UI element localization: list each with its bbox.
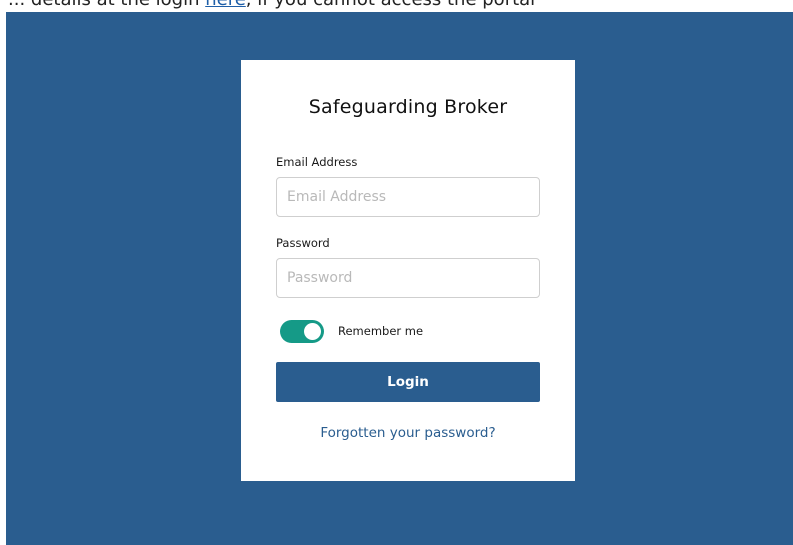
- remember-me-label: Remember me: [338, 324, 424, 338]
- login-button[interactable]: Login: [276, 362, 540, 402]
- email-input[interactable]: [276, 177, 540, 217]
- login-title: Safeguarding Broker: [308, 96, 508, 118]
- toggle-knob: [304, 322, 321, 340]
- forgot-password-link[interactable]: Forgotten your password?: [276, 425, 540, 441]
- top-text-before: ... details at the login: [8, 0, 205, 10]
- password-input[interactable]: [276, 258, 540, 298]
- email-label: Email Address: [276, 155, 358, 169]
- password-label: Password: [276, 236, 330, 250]
- remember-me-toggle[interactable]: [280, 319, 324, 343]
- top-text-link[interactable]: here: [205, 0, 246, 10]
- login-card: Safeguarding Broker Email Address Passwo…: [241, 60, 575, 481]
- top-text-line: ... details at the login here, if you ca…: [8, 0, 535, 10]
- top-text-fragment: ... details at the login here, if you ca…: [0, 0, 793, 12]
- top-text-after: , if you cannot access the portal: [246, 0, 535, 10]
- page-background: Safeguarding Broker Email Address Passwo…: [6, 12, 793, 545]
- remember-me-row: Remember me: [276, 319, 540, 343]
